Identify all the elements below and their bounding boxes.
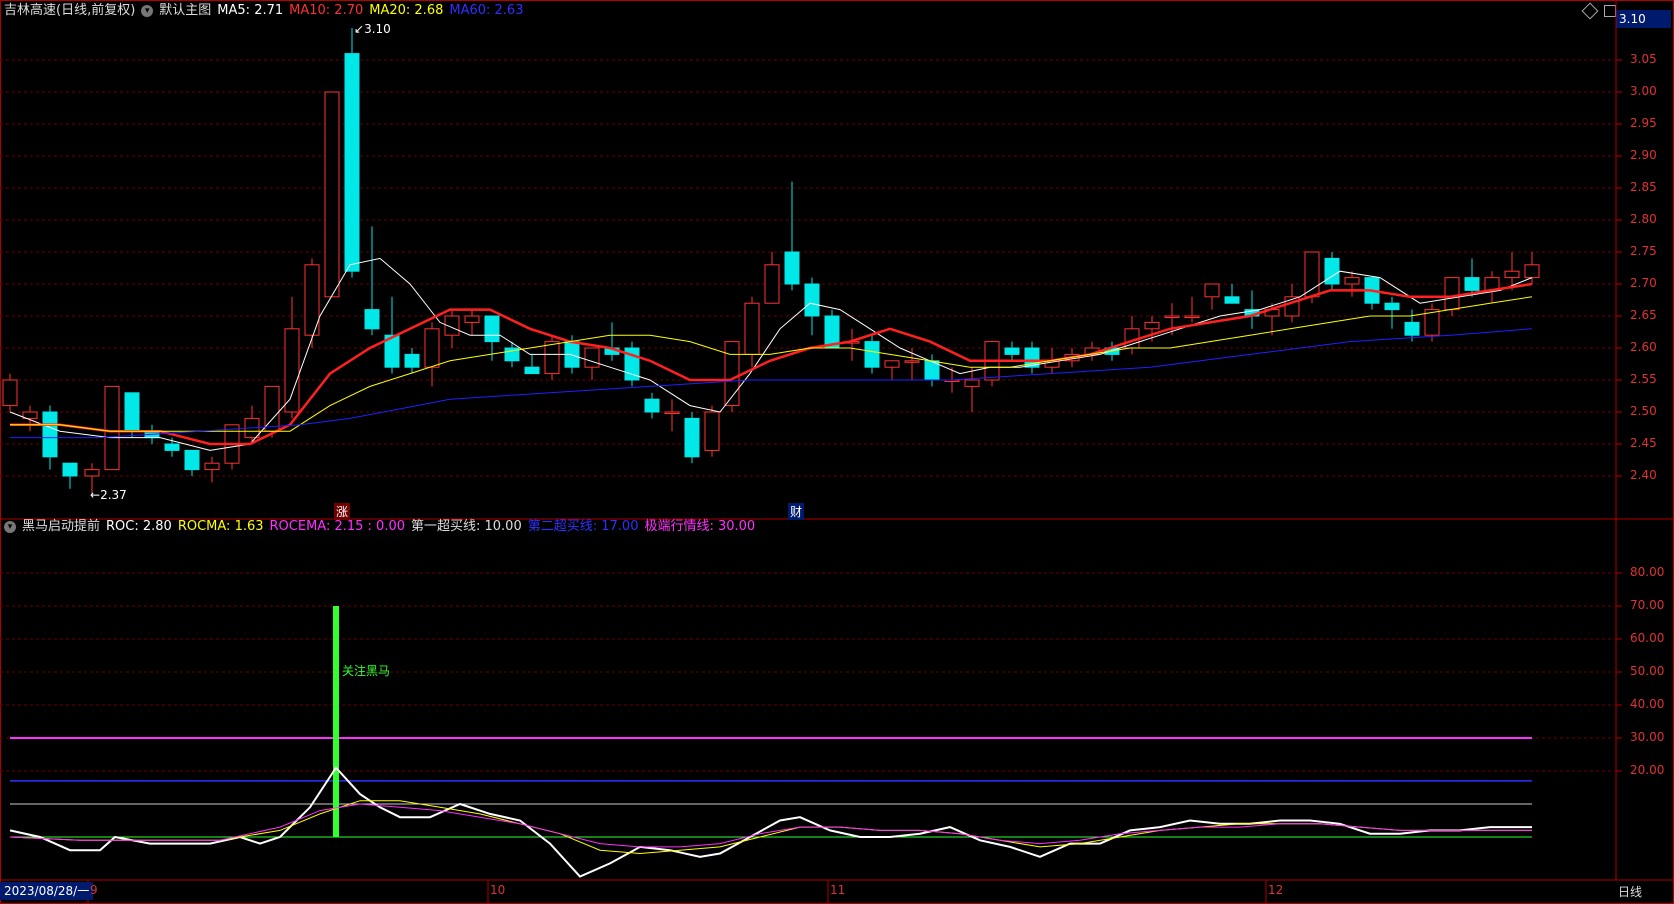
stock-chart-window: 吉林高速(日线,前复权) ▾ 默认主图 MA5: 2.71 MA10: 2.70…	[0, 0, 1674, 904]
candle-body	[1404, 321, 1420, 336]
candle-body	[164, 443, 180, 451]
candle-body	[884, 360, 900, 368]
candle-body	[324, 91, 340, 298]
candle-body	[664, 411, 680, 414]
candle-body	[364, 309, 380, 330]
candle-body	[424, 328, 440, 368]
candle-body	[2, 379, 18, 407]
outer-frame	[0, 0, 1674, 904]
line3-value: 极端行情线: 30.00	[644, 519, 756, 534]
candle-body	[964, 379, 980, 387]
candle-body	[704, 411, 720, 451]
candle-body	[1384, 302, 1400, 311]
candle-body	[484, 315, 500, 343]
candle-body	[1004, 347, 1020, 355]
candle-body	[584, 347, 600, 368]
candle-body	[1204, 283, 1220, 298]
candle-body	[204, 462, 220, 471]
candle-body	[764, 264, 780, 304]
candle-body	[62, 462, 78, 477]
month-label: 11	[830, 883, 846, 897]
candle-body	[1144, 321, 1160, 330]
month-label: 9	[90, 883, 98, 897]
period-button[interactable]: 日线	[1618, 883, 1642, 900]
rocma-value: ROCMA: 1.63	[177, 519, 264, 534]
sub-chart-header: ▾ 黑马启动提前 ROC: 2.80 ROCMA: 1.63 ROCEMA: 2…	[4, 516, 761, 538]
ma20-line	[10, 296, 1533, 432]
sub-indicator-name[interactable]: 黑马启动提前	[22, 516, 100, 538]
high-price-label: ↙3.10	[354, 22, 391, 36]
candle-body	[524, 366, 540, 375]
ma10-line	[10, 282, 1533, 446]
candle-body	[1344, 277, 1360, 285]
roc-value: ROC: 2.80	[106, 519, 172, 534]
candle-body	[1504, 270, 1520, 279]
cai-marker[interactable]: 财	[788, 503, 805, 520]
dark-horse-bar	[333, 606, 339, 837]
candle-body	[804, 283, 820, 317]
candle-body	[124, 392, 140, 432]
candle-body	[1164, 315, 1180, 318]
low-price-label: ←2.37	[90, 488, 127, 502]
candle-body	[464, 315, 480, 323]
candle-body	[1524, 264, 1540, 279]
candle-body	[1224, 296, 1240, 304]
candle-body	[1184, 315, 1200, 318]
chevron-down-icon[interactable]: ▾	[4, 521, 16, 533]
candle-body	[1304, 251, 1320, 298]
rocma-line	[9, 800, 1532, 855]
candle-body	[784, 251, 800, 285]
month-label: 12	[1268, 883, 1284, 897]
candle-body	[744, 302, 760, 355]
rocema-value: ROCEMA: 2.15 : 0.00	[269, 519, 405, 534]
candle-body	[904, 360, 920, 363]
candle-body	[284, 328, 300, 413]
candle-body	[684, 417, 700, 458]
candle-body	[184, 449, 200, 471]
candle-body	[644, 398, 660, 413]
candle-body	[1444, 277, 1460, 311]
line2-value: 第二超买线: 17.00	[527, 519, 639, 534]
candle-body	[104, 385, 120, 471]
roc-line	[9, 766, 1532, 878]
chart-canvas[interactable]	[0, 0, 1674, 904]
line1-value: 第一超买线: 10.00	[411, 519, 522, 534]
month-label: 10	[490, 883, 506, 897]
candle-body	[544, 341, 560, 375]
date-label[interactable]: 2023/08/28/一	[0, 882, 94, 900]
candle-body	[42, 411, 58, 458]
ma60-line	[10, 328, 1533, 439]
dark-horse-annotation: 关注黑马	[342, 664, 391, 678]
candle-body	[1324, 257, 1340, 285]
candle-body	[1464, 277, 1480, 291]
candle-body	[344, 53, 360, 272]
candle-body	[404, 353, 420, 368]
candle-body	[84, 469, 100, 477]
candle-body	[864, 341, 880, 368]
